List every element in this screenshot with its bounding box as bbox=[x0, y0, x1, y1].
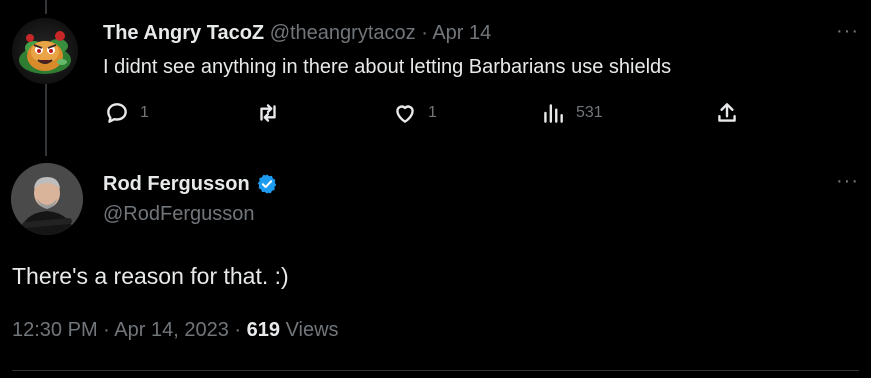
tweet-time[interactable]: 12:30 PM bbox=[12, 319, 98, 341]
share-button[interactable] bbox=[714, 100, 740, 126]
views-icon bbox=[544, 104, 563, 123]
tweet-author: Rod Fergusson bbox=[103, 171, 278, 197]
tweet-meta-separator: · bbox=[103, 319, 110, 341]
views-button[interactable]: 531 bbox=[540, 100, 603, 126]
tweet-meta-separator-2: · bbox=[234, 319, 242, 341]
reply-text: I didnt see anything in there about lett… bbox=[103, 56, 672, 78]
avatar-angry-tacoz[interactable] bbox=[12, 18, 78, 84]
tweet-date[interactable]: Apr 14, 2023 bbox=[114, 319, 229, 341]
retweet-icon bbox=[260, 104, 276, 122]
tweet-more-button[interactable]: ··· bbox=[836, 170, 859, 193]
tweet-text: There's a reason for that. :) bbox=[12, 263, 289, 289]
divider bbox=[12, 370, 859, 371]
taco-avatar-image bbox=[19, 31, 71, 74]
reply-header: The Angry TacoZ @theangrytacoz · Apr 14 bbox=[103, 20, 491, 46]
like-icon bbox=[396, 105, 414, 123]
reply-separator: · bbox=[421, 22, 428, 44]
tweet-views-count: 619 bbox=[246, 319, 280, 341]
reply-display-name[interactable]: The Angry TacoZ bbox=[103, 22, 264, 44]
tweet-handle[interactable]: @RodFergusson bbox=[103, 201, 254, 227]
reply-count: 1 bbox=[140, 104, 149, 121]
like-count: 1 bbox=[428, 104, 437, 121]
views-count: 531 bbox=[576, 104, 603, 121]
thread-line-top bbox=[45, 0, 47, 14]
reply-date[interactable]: Apr 14 bbox=[432, 22, 491, 44]
reply-handle[interactable]: @theangrytacoz bbox=[270, 22, 416, 44]
tweet-meta: 12:30 PM · Apr 14, 2023 · 619 Views bbox=[12, 317, 339, 343]
rod-avatar-image bbox=[11, 163, 83, 235]
reply-action-bar: 1 1 531 bbox=[0, 100, 871, 134]
share-icon bbox=[718, 103, 736, 122]
reply-more-button[interactable]: ··· bbox=[836, 20, 859, 43]
reply-button[interactable]: 1 bbox=[104, 100, 149, 126]
reply-icon bbox=[107, 103, 127, 123]
tweet-display-name[interactable]: Rod Fergusson bbox=[103, 171, 250, 197]
avatar-rod-fergusson[interactable] bbox=[11, 163, 83, 235]
more-icon: ··· bbox=[836, 170, 859, 192]
tweet-views-label: Views bbox=[285, 319, 339, 341]
like-button[interactable]: 1 bbox=[392, 100, 437, 126]
retweet-button[interactable] bbox=[255, 100, 291, 126]
more-icon: ··· bbox=[836, 20, 859, 42]
verified-badge-icon bbox=[257, 174, 276, 194]
